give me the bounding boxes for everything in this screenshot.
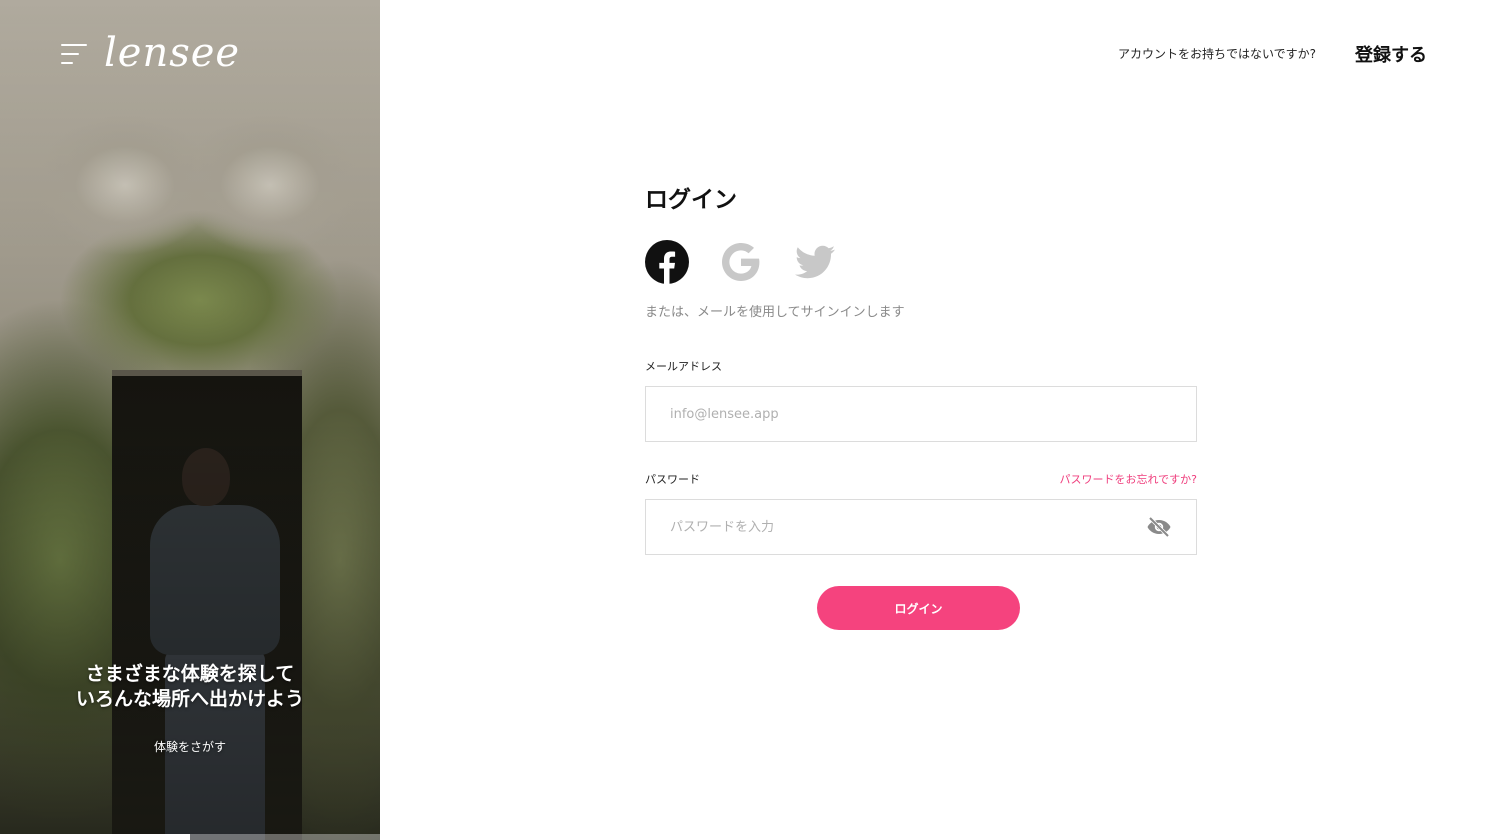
password-field[interactable] xyxy=(645,499,1197,555)
hero-shade xyxy=(0,0,380,840)
hero-caption-line1: さまざまな体験を探して xyxy=(85,663,295,685)
facebook-icon[interactable] xyxy=(645,240,689,284)
password-label: パスワード xyxy=(645,473,700,486)
hero-image: lensee さまざまな体験を探して いろんな場所へ出かけよう 体験をさがす xyxy=(0,0,380,840)
eye-slash-icon[interactable] xyxy=(1146,516,1172,538)
hero-progress-bar xyxy=(0,834,380,840)
explore-link[interactable]: 体験をさがす xyxy=(0,738,380,755)
register-link[interactable]: 登録する xyxy=(1355,41,1427,67)
menu-icon[interactable] xyxy=(61,44,87,64)
logo[interactable]: lensee xyxy=(104,28,240,78)
login-button[interactable]: ログイン xyxy=(817,586,1020,630)
twitter-icon[interactable] xyxy=(793,240,837,284)
email-field[interactable] xyxy=(645,386,1197,442)
signup-prompt: アカウントをお持ちではないですか? xyxy=(1118,47,1317,61)
hero-progress-fill xyxy=(0,834,190,840)
google-icon[interactable] xyxy=(719,240,763,284)
email-label: メールアドレス xyxy=(645,360,722,373)
page-title: ログイン xyxy=(645,187,737,213)
forgot-password-link[interactable]: パスワードをお忘れですか? xyxy=(1059,471,1197,487)
hero-caption: さまざまな体験を探して いろんな場所へ出かけよう xyxy=(0,662,380,712)
hero-caption-line2: いろんな場所へ出かけよう xyxy=(75,688,304,710)
login-page: lensee さまざまな体験を探して いろんな場所へ出かけよう 体験をさがす ア… xyxy=(0,0,1492,840)
email-signin-hint: または、メールを使用してサインインします xyxy=(645,305,905,320)
